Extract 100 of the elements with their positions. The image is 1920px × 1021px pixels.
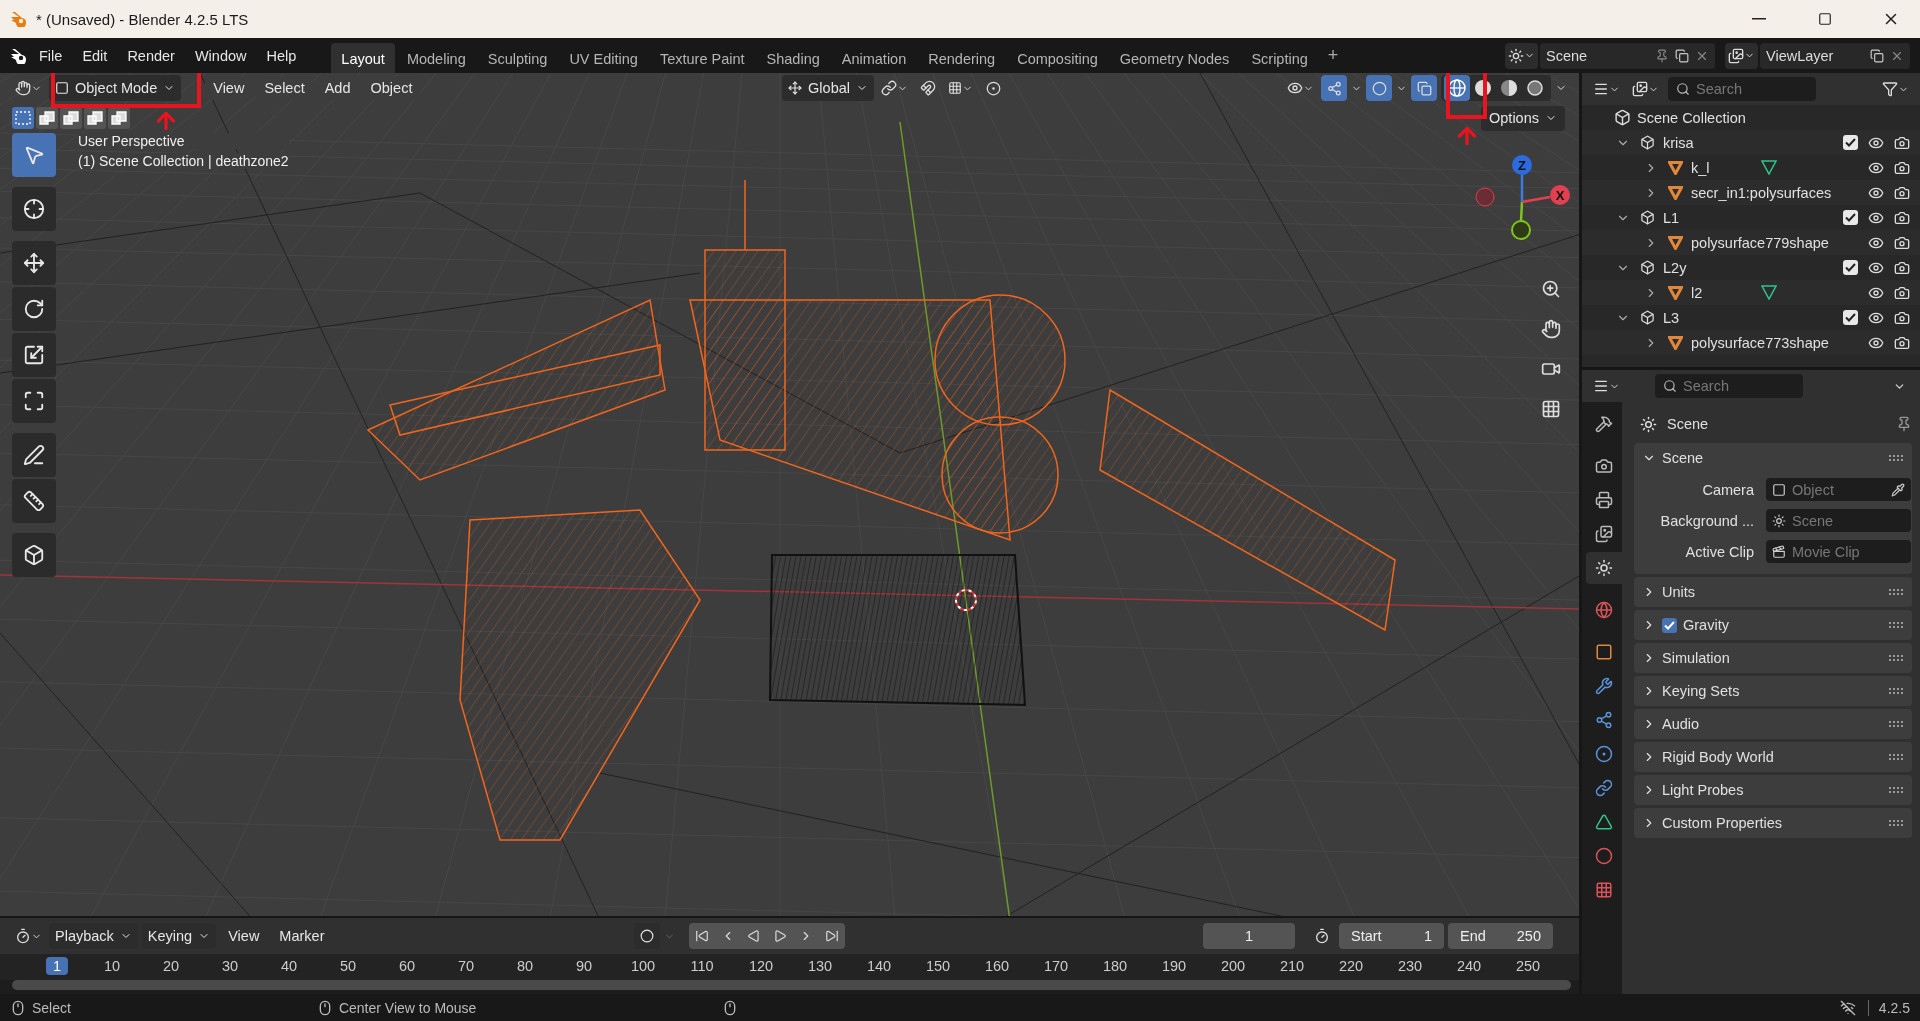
version-label: 4.2.5 [1867,999,1910,1016]
mode-dropdown[interactable]: Object Mode [49,75,182,101]
menu-item[interactable]: Render [118,43,184,68]
menu-item[interactable]: Help [257,43,306,68]
outliner-row[interactable]: krisa [1582,130,1920,155]
workspace-tab[interactable]: Compositing [1007,43,1108,74]
frame-number: 90 [574,957,594,975]
orientation-dropdown[interactable]: Global [782,75,874,101]
search-field[interactable]: Search [1668,77,1816,101]
menu-item[interactable]: Edit [73,43,117,68]
axis-gizmo-drawing[interactable]: Z X [1465,151,1573,243]
workspace-tab[interactable]: Texture Paint [649,43,755,74]
add-workspace-button[interactable]: + [1319,43,1347,68]
options-dropdown[interactable]: Options [1481,105,1565,131]
outliner-item-name[interactable]: krisa [1663,134,1694,151]
outliner-row[interactable]: polysurface779shape [1582,230,1920,255]
frame-number: 20 [161,957,181,975]
field-label: Background ... [1659,512,1754,529]
object-field[interactable]: Object [1766,478,1911,501]
panel-title: Audio [1662,716,1701,732]
context-title: Scene [1667,416,1710,432]
start-frame-field[interactable]: Start 1 [1339,923,1444,949]
panel-title: Rigid Body World [1662,749,1775,765]
3d-viewport[interactable]: Object Mode View Select Add Object Global Options User Perspective (1) Scene Collection | deathzone2 Z X [0,73,1579,916]
frame-number: 200 [1219,957,1247,975]
view-name: User Perspective [78,133,289,149]
axis-label: Z [1518,158,1526,173]
outliner-item-name[interactable]: Scene Collection [1637,109,1746,126]
frame-number: 160 [983,957,1011,975]
frame-number: 1 [45,957,69,975]
workspace-tab[interactable]: Layout [331,43,395,74]
workspace-tab[interactable]: Animation [831,43,917,74]
axis-label: X [1555,188,1565,203]
menu-dropdown[interactable]: Keying [141,923,217,949]
workspace-tab[interactable]: Scripting [1241,43,1318,74]
window-title: * (Unsaved) - Blender 4.2.5 LTS [36,10,250,28]
frame-number: 220 [1337,957,1365,975]
panel-header[interactable]: Simulation [1634,643,1912,673]
scene-field[interactable]: Scene [1540,42,1715,69]
panel-header[interactable]: Keying Sets [1634,676,1912,706]
panel-header[interactable]: Custom Properties [1634,808,1912,838]
status-hint: Select [32,999,71,1016]
frame-number: 40 [279,957,299,975]
outliner-item-name[interactable]: L1 [1663,209,1680,226]
frame-number: 10 [102,957,122,975]
current-frame-field[interactable]: 1 [1203,923,1295,949]
panel-title: Gravity [1683,617,1730,633]
workspace-tab[interactable]: UV Editing [559,43,648,74]
search-field[interactable]: Search [1655,374,1803,398]
menu-dropdown[interactable]: Playback [49,923,138,949]
outliner-item-name[interactable]: L2y [1663,259,1687,276]
workspace-tab[interactable]: Shading [756,43,830,74]
end-frame-field[interactable]: End 250 [1448,923,1553,949]
menu-item[interactable]: View [220,924,268,948]
menu-item[interactable]: Select [256,76,313,100]
frame-number: 150 [924,957,952,975]
object-field[interactable]: Movie Clip [1766,540,1911,563]
outliner-item-name[interactable]: secr_in1:polysurfaces [1691,184,1832,201]
frame-number: 170 [1042,957,1070,975]
panel-header[interactable]: Rigid Body World [1634,742,1912,772]
frame-number: 80 [515,957,535,975]
frame-number: 230 [1396,957,1424,975]
menu-item[interactable]: Window [185,43,256,68]
workspace-tab[interactable]: Geometry Nodes [1109,43,1240,74]
frame-number: 70 [456,957,476,975]
frame-number: 110 [689,957,715,975]
frame-number: 60 [397,957,417,975]
frame-ruler[interactable]: 1 10 20 30 40 50 60 70 80 90 100 110 120 130 140 150 160 170 180 190 200 210 220 230 240 250 [0,954,1579,980]
frame-number: 180 [1101,957,1129,975]
menu-item[interactable]: File [30,43,72,68]
outliner-item-name[interactable]: l2 [1691,284,1703,301]
frame-number: 190 [1160,957,1188,975]
panel-title: Scene [1662,450,1705,466]
panel-header[interactable]: Audio [1634,709,1912,739]
outliner-row[interactable]: polysurface773shape [1582,330,1920,355]
frame-number: 50 [338,957,358,975]
panel-header[interactable]: Light Probes [1634,775,1912,805]
object-field[interactable]: Scene [1766,509,1911,532]
panel-title: Light Probes [1662,782,1745,798]
outliner-item-name[interactable]: L3 [1663,309,1680,326]
outliner-item-name[interactable]: k_l [1691,159,1710,176]
outliner-row[interactable]: secr_in1:polysurfaces [1582,180,1920,205]
workspace-tab[interactable]: Modeling [396,43,476,74]
panel-header[interactable]: Gravity [1634,610,1912,640]
outliner-row[interactable]: l2 [1582,280,1920,305]
menu-item[interactable]: Marker [271,924,333,948]
panel-header[interactable]: Units [1634,577,1912,607]
view-layer-field[interactable]: ViewLayer [1760,42,1910,69]
frame-number: 240 [1455,957,1483,975]
panel-header[interactable]: Scene [1634,443,1912,473]
panel-title: Custom Properties [1662,815,1784,831]
workspace-tab[interactable]: Rendering [918,43,1006,74]
outliner-item-name[interactable]: polysurface779shape [1691,234,1829,251]
panel-title: Units [1662,584,1697,600]
frame-number: 250 [1514,957,1542,975]
workspace-tab[interactable]: Sculpting [477,43,558,74]
outliner-item-name[interactable]: polysurface773shape [1691,334,1829,351]
status-hint: Center View to Mouse [338,999,477,1016]
panel-title: Keying Sets [1662,683,1741,699]
frame-number: 140 [865,957,893,975]
